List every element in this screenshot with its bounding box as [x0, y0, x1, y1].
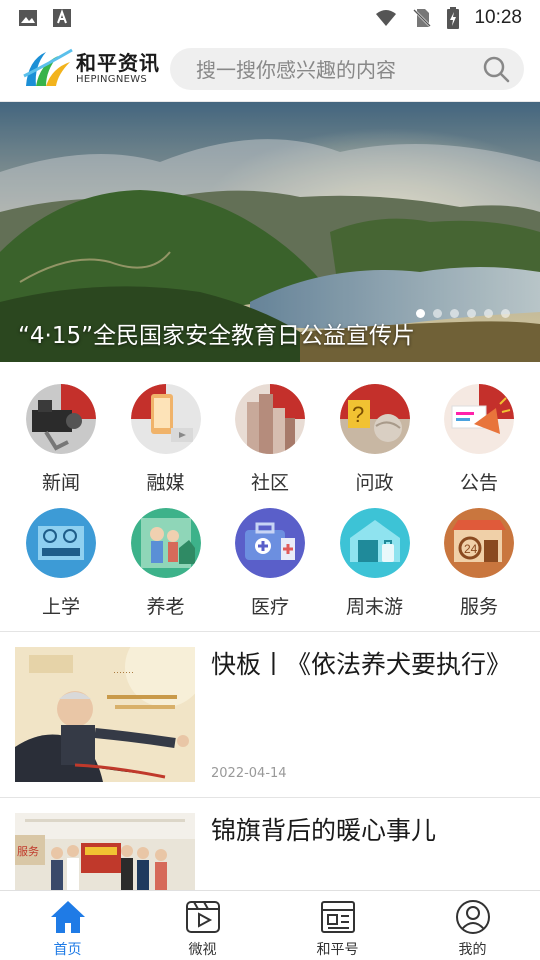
category-elderly[interactable]: 养老 [118, 496, 214, 620]
search-input[interactable]: 搜一搜你感兴趣的内容 [196, 54, 482, 83]
carousel-indicators [416, 309, 510, 318]
account-icon [320, 901, 355, 933]
gallery-notification-icon [19, 10, 37, 26]
carousel-dot[interactable] [433, 309, 442, 318]
news-title[interactable]: 锦旗背后的暖心事儿 [211, 816, 511, 845]
phone-media-icon [130, 384, 201, 454]
search-icon[interactable] [482, 55, 510, 83]
news-thumbnail: ······· [15, 647, 195, 782]
hepingnews-logo-icon [23, 48, 73, 86]
news-camera-icon [26, 384, 96, 454]
category-label: 服务 [459, 596, 498, 618]
tab-account[interactable]: 和平号 [270, 891, 405, 960]
category-label: 公告 [459, 472, 498, 494]
category-news[interactable]: 新闻 [13, 372, 109, 496]
category-label: 融媒 [146, 472, 185, 494]
category-label: 医疗 [250, 596, 289, 618]
category-notice[interactable]: 公告 [431, 372, 527, 496]
carousel-dot[interactable] [484, 309, 493, 318]
carousel-dot[interactable] [416, 309, 425, 318]
news-list-item[interactable]: 服务 锦旗背后的暖心事儿 [0, 798, 540, 890]
user-icon [455, 900, 490, 934]
tab-label: 和平号 [316, 942, 359, 958]
video-icon [185, 901, 220, 933]
category-label: 养老 [146, 596, 185, 618]
svg-text:24: 24 [464, 542, 478, 556]
category-label: 上学 [41, 596, 80, 618]
category-school[interactable]: 上学 [13, 496, 109, 620]
tab-label: 我的 [458, 942, 487, 958]
news-thumbnail: 服务 [15, 813, 195, 890]
carousel-dot[interactable] [467, 309, 476, 318]
buildings-icon [235, 384, 305, 454]
logo-english-name: HEPINGNEWS [76, 73, 148, 85]
category-grid: 新闻 融媒 社区 ? 问政 公告 上学 养老 医疗 周末游 24 服务 [0, 372, 540, 630]
category-service[interactable]: 24 服务 [431, 496, 527, 620]
megaphone-icon [444, 384, 514, 454]
category-weekend-trip[interactable]: 周末游 [327, 496, 423, 620]
school-icon [26, 508, 96, 578]
tab-home[interactable]: 首页 [0, 891, 135, 960]
news-list-item[interactable]: ······· 快板丨《依法养犬要执行》 2022-04-14 [0, 632, 540, 797]
banner-carousel[interactable]: “4·15”全民国家安全教育日公益宣传片 [0, 102, 540, 362]
banner-caption[interactable]: “4·15”全民国家安全教育日公益宣传片 [18, 316, 415, 350]
carousel-dot[interactable] [450, 309, 459, 318]
bottom-tab-bar: 首页 微视 和平号 我的 [0, 890, 540, 960]
search-bar[interactable]: 搜一搜你感兴趣的内容 [170, 47, 524, 90]
category-label: 周末游 [345, 596, 403, 618]
carousel-dot[interactable] [501, 309, 510, 318]
logo-chinese-name: 和平资讯 [76, 50, 160, 75]
tab-label: 首页 [53, 942, 82, 958]
category-label: 社区 [250, 472, 289, 494]
battery-charging-icon [447, 7, 460, 29]
app-header: 和平资讯 HEPINGNEWS 搜一搜你感兴趣的内容 [0, 36, 540, 102]
travel-icon [339, 508, 410, 578]
question-icon: ? [339, 384, 410, 454]
svg-text:服务: 服务 [17, 845, 39, 858]
medical-kit-icon [235, 508, 305, 578]
category-medical[interactable]: 医疗 [222, 496, 318, 620]
status-bar: 10:28 [0, 0, 540, 36]
category-label: 问政 [355, 472, 394, 494]
tab-video[interactable]: 微视 [135, 891, 270, 960]
tab-profile[interactable]: 我的 [405, 891, 540, 960]
wifi-icon [376, 10, 397, 26]
svg-text:·······: ······· [113, 667, 134, 677]
no-sim-icon [413, 9, 432, 27]
news-title[interactable]: 快板丨《依法养犬要执行》 [211, 650, 511, 679]
home-icon [50, 901, 85, 933]
svg-text:?: ? [352, 402, 364, 427]
category-media[interactable]: 融媒 [118, 372, 214, 496]
app-logo[interactable]: 和平资讯 HEPINGNEWS [22, 46, 162, 92]
category-label: 新闻 [41, 472, 80, 494]
news-date: 2022-04-14 [211, 766, 287, 781]
category-community[interactable]: 社区 [222, 372, 318, 496]
clock: 10:28 [474, 7, 522, 28]
elderly-icon [130, 508, 201, 578]
category-politics[interactable]: ? 问政 [327, 372, 423, 496]
tab-label: 微视 [188, 942, 217, 958]
font-notification-icon [53, 9, 71, 27]
service-24-icon: 24 [444, 508, 514, 578]
